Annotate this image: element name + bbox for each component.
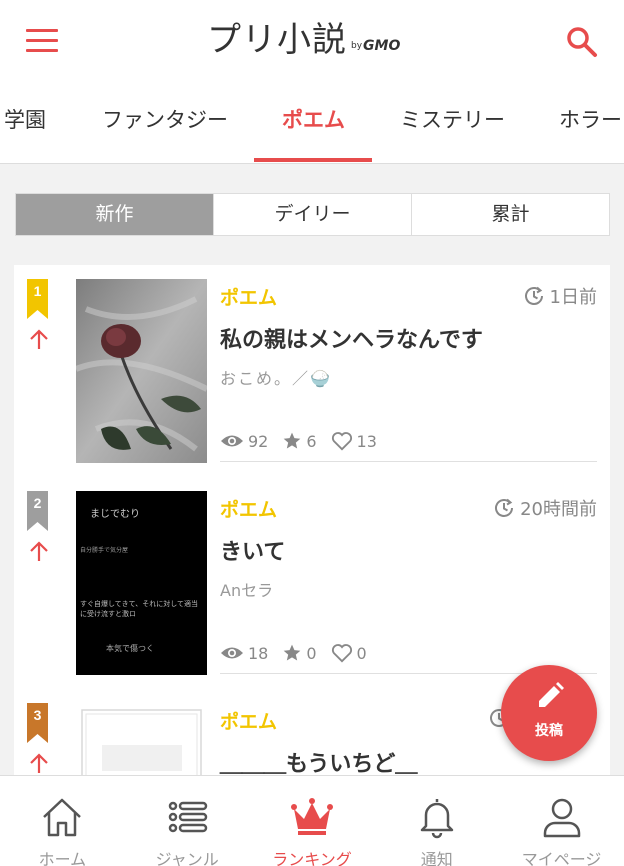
timestamp-text: 20時間前 [520, 499, 597, 520]
logo-text: プリ小説 [207, 20, 347, 60]
cover-text: まじでむり [90, 509, 140, 520]
rank-number: 2 [33, 495, 42, 511]
app-header: プリ小説 by GMO [0, 0, 624, 84]
cover-image[interactable] [76, 279, 207, 463]
segment-total[interactable]: 累計 [412, 194, 609, 235]
story-stats: 18 0 0 [220, 643, 381, 663]
tab-horror[interactable]: ホラー [559, 84, 622, 163]
search-icon[interactable] [564, 24, 600, 60]
nav-label: ランキング [272, 850, 352, 866]
cover-text: 本気で傷つく [106, 644, 154, 653]
user-icon [543, 798, 580, 838]
home-icon [43, 798, 82, 837]
star-count: 0 [282, 643, 317, 663]
ranking-period-selector: 新作 デイリー 累計 [15, 193, 610, 236]
author-name[interactable]: Anセラ [220, 577, 273, 601]
heart-icon [331, 432, 352, 451]
active-tab-indicator [254, 158, 372, 162]
genre-label: ポエム [220, 711, 278, 733]
cover-text: すぐ自爆してきて、それに対して適当に受け流すと激ロ [80, 600, 199, 618]
item-divider [220, 461, 597, 462]
tab-poem[interactable]: ポエム [282, 84, 345, 163]
ranking-item[interactable]: 1 ポエム 1日前 私の親はメンヘラなんです おこめ。／🍚 92 6 13 [14, 265, 610, 477]
nav-notifications[interactable]: 通知 [374, 776, 499, 866]
nav-label: ジャンル [155, 850, 219, 866]
genre-label: ポエム [220, 499, 278, 521]
clock-icon [524, 286, 543, 305]
pencil-icon [539, 682, 564, 707]
story-title[interactable]: きいて [220, 534, 285, 566]
menu-icon[interactable] [26, 29, 58, 53]
star-icon [284, 432, 301, 449]
cover-text: 自分勝手で気分屋 [80, 547, 129, 554]
tab-mystery[interactable]: ミステリー [400, 84, 505, 163]
star-count: 6 [282, 431, 317, 451]
app-logo[interactable]: プリ小説 by GMO [207, 18, 400, 62]
rank-badge: 3 [27, 703, 48, 743]
rank-number: 1 [33, 283, 42, 299]
tab-fantasy[interactable]: ファンタジー [102, 84, 228, 163]
heart-icon [331, 644, 352, 663]
timestamp: 1日前 [523, 283, 597, 309]
genre-tab-bar: 学園 ファンタジー ポエム ミステリー ホラー [0, 84, 624, 164]
heart-count: 13 [331, 431, 377, 451]
bottom-navigation: ホーム ジャンル ランキング 通知 マイページ [0, 775, 624, 866]
story-title[interactable]: ＿＿＿もういちど＿ [220, 746, 417, 778]
tab-gakuen[interactable]: 学園 [4, 84, 46, 163]
rank-number: 3 [33, 707, 42, 723]
list-icon [168, 801, 208, 833]
genre-label: ポエム [220, 287, 278, 309]
logo-by: by [351, 41, 363, 51]
rank-up-arrow-icon [26, 327, 52, 353]
timestamp-text: 1日前 [549, 287, 597, 308]
nav-genre[interactable]: ジャンル [125, 776, 250, 866]
nav-ranking[interactable]: ランキング [250, 776, 375, 866]
post-button-label: 投稿 [535, 723, 563, 739]
rank-up-arrow-icon [26, 751, 52, 777]
nav-label: マイページ [521, 850, 602, 866]
rank-badge: 2 [27, 491, 48, 531]
story-stats: 92 6 13 [220, 431, 391, 451]
nav-home[interactable]: ホーム [0, 776, 125, 866]
story-title[interactable]: 私の親はメンヘラなんです [220, 322, 483, 354]
logo-brand: GMO [363, 38, 401, 54]
heart-count: 0 [331, 643, 367, 663]
clock-icon [495, 498, 514, 517]
segment-new[interactable]: 新作 [16, 194, 214, 235]
nav-mypage[interactable]: マイページ [499, 776, 624, 866]
nav-label: ホーム [38, 850, 87, 866]
eye-icon [221, 647, 243, 659]
star-icon [284, 644, 301, 661]
rank-up-arrow-icon [26, 539, 52, 565]
post-button[interactable]: 投稿 [501, 665, 597, 761]
segment-daily[interactable]: デイリー [214, 194, 412, 235]
bell-icon [420, 799, 454, 839]
nav-label: 通知 [420, 850, 453, 866]
rank-badge: 1 [27, 279, 48, 319]
eye-icon [221, 435, 243, 447]
author-name[interactable]: おこめ。／🍚 [220, 365, 332, 389]
view-count: 18 [220, 644, 268, 663]
crown-icon [290, 798, 333, 835]
view-count: 92 [220, 432, 268, 451]
cover-image[interactable]: まじでむり 自分勝手で気分屋 すぐ自爆してきて、それに対して適当に受け流すと激ロ… [76, 491, 207, 675]
timestamp: 20時間前 [493, 495, 597, 521]
ranking-item[interactable]: 2 まじでむり 自分勝手で気分屋 すぐ自爆してきて、それに対して適当に受け流すと… [14, 477, 610, 689]
